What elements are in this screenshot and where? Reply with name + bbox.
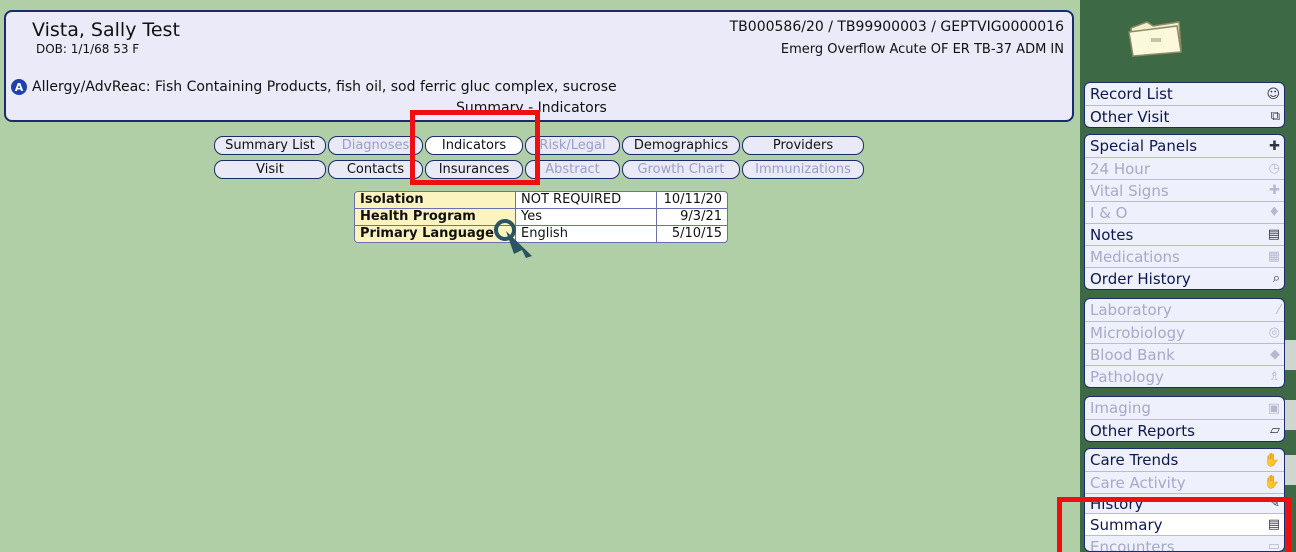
visits-icon: ⧉ [1270,109,1280,124]
medications-icon: ▦ [1267,249,1280,264]
sidebar-group-records: Record List ☺ Other Visit ⧉ [1084,82,1285,128]
sidebar-item-microbiology[interactable]: Microbiology ◎ [1085,321,1284,343]
table-row: Isolation NOT REQUIRED 10/11/20 [355,192,727,209]
sidebar-item-history[interactable]: History ✎ [1085,493,1284,513]
sidebar-group-labs: Laboratory ⁄ Microbiology ◎ Blood Bank ◆ Pa… [1084,298,1285,388]
indicator-value: NOT REQUIRED [515,192,657,209]
mouse-cursor-icon [494,219,532,258]
microbiology-icon: ◎ [1268,325,1280,340]
care-activity-icon: ✋ [1263,475,1280,490]
indicator-date: 5/10/15 [656,225,727,242]
sidebar-item-24-hour[interactable]: 24 Hour ◷ [1085,157,1284,179]
blood-bank-icon: ◆ [1270,347,1280,362]
folder-icon[interactable] [1125,14,1185,58]
scroll-stub [1284,455,1296,485]
sidebar-item-laboratory[interactable]: Laboratory ⁄ [1085,299,1284,321]
sidebar-item-record-list[interactable]: Record List ☺ [1085,83,1284,105]
sidebar-group-panels: Special Panels ✚ 24 Hour ◷ Vital Signs ✚ I … [1084,134,1285,290]
sidebar-item-imaging[interactable]: Imaging ▣ [1085,397,1284,419]
order-history-icon: ⌕ [1272,271,1280,286]
patient-ids: TB000586/20 / TB99900003 / GEPTVIG000001… [729,19,1064,35]
sidebar-item-blood-bank[interactable]: Blood Bank ◆ [1085,343,1284,365]
patient-name: Vista, Sally Test [32,19,180,41]
person-icon: ☺ [1266,86,1280,102]
allergy-text: Allergy/AdvReac: Fish Containing Product… [32,79,617,95]
sidebar-group-reports: Imaging ▣ Other Reports ▱ [1084,396,1285,442]
tab-demographics[interactable]: Demographics [622,136,740,155]
panels-icon: ✚ [1269,138,1280,154]
page-title: Summary - Indicators [456,100,607,116]
encounters-icon: ▭ [1267,539,1280,552]
summary-icon: ▤ [1267,517,1280,532]
tab-abstract[interactable]: Abstract [525,160,620,179]
allergy-icon: A [11,79,27,95]
table-row: Primary Language English 5/10/15 [355,225,727,242]
clock-icon: ◷ [1268,161,1280,176]
tab-indicators[interactable]: Indicators [425,136,523,155]
sidebar-item-other-reports[interactable]: Other Reports ▱ [1085,419,1284,441]
sidebar-item-care-activity[interactable]: Care Activity ✋ [1085,471,1284,493]
allergy-line: A Allergy/AdvReac: Fish Containing Produ… [11,79,617,95]
notes-icon: ▤ [1267,227,1280,242]
scroll-stub [1284,400,1296,430]
tab-providers[interactable]: Providers [742,136,864,155]
indicators-table: Isolation NOT REQUIRED 10/11/20 Health P… [354,191,728,243]
tab-immunizations[interactable]: Immunizations [742,160,864,179]
sidebar-item-notes[interactable]: Notes ▤ [1085,223,1284,245]
sidebar-item-pathology[interactable]: Pathology ♗ [1085,365,1284,387]
tab-risk-legal[interactable]: Risk/Legal [525,136,620,155]
pathology-icon: ♗ [1268,369,1280,384]
tab-summary-list[interactable]: Summary List [214,136,326,155]
care-trends-icon: ✋ [1263,452,1280,468]
io-icon: ♦ [1268,205,1280,220]
sidebar-item-medications[interactable]: Medications ▦ [1085,245,1284,267]
patient-location: Emerg Overflow Acute OF ER TB-37 ADM IN [780,42,1064,57]
imaging-icon: ▣ [1267,400,1280,416]
sidebar-item-vital-signs[interactable]: Vital Signs ✚ [1085,179,1284,201]
vitals-icon: ✚ [1269,183,1280,198]
tab-diagnoses[interactable]: Diagnoses [328,136,423,155]
tab-insurances[interactable]: Insurances [425,160,523,179]
tab-growth-chart[interactable]: Growth Chart [622,160,740,179]
sidebar-item-order-history[interactable]: Order History ⌕ [1085,267,1284,289]
indicator-date: 10/11/20 [656,192,727,209]
sidebar-item-summary[interactable]: Summary ▤ [1085,513,1284,535]
history-icon: ✎ [1269,496,1280,511]
patient-header: Vista, Sally Test DOB: 1/1/68 53 F TB000… [4,10,1074,122]
indicator-label: Isolation [355,192,516,209]
tab-visit[interactable]: Visit [214,160,326,179]
sidebar-item-other-visit[interactable]: Other Visit ⧉ [1085,105,1284,127]
sidebar-item-encounters[interactable]: Encounters ▭ [1085,535,1284,552]
tab-contacts[interactable]: Contacts [328,160,423,179]
indicator-date: 9/3/21 [656,208,727,226]
sidebar-item-special-panels[interactable]: Special Panels ✚ [1085,135,1284,157]
scroll-stub [1284,340,1296,370]
sidebar-group-care: Care Trends ✋ Care Activity ✋ History ✎ Sum… [1084,448,1285,552]
patient-dob: DOB: 1/1/68 53 F [36,42,140,56]
sidebar-item-care-trends[interactable]: Care Trends ✋ [1085,449,1284,471]
sidebar-item-i-and-o[interactable]: I & O ♦ [1085,201,1284,223]
table-row: Health Program Yes 9/3/21 [355,208,727,226]
laboratory-icon: ⁄ [1277,302,1280,318]
reports-icon: ▱ [1270,423,1280,438]
